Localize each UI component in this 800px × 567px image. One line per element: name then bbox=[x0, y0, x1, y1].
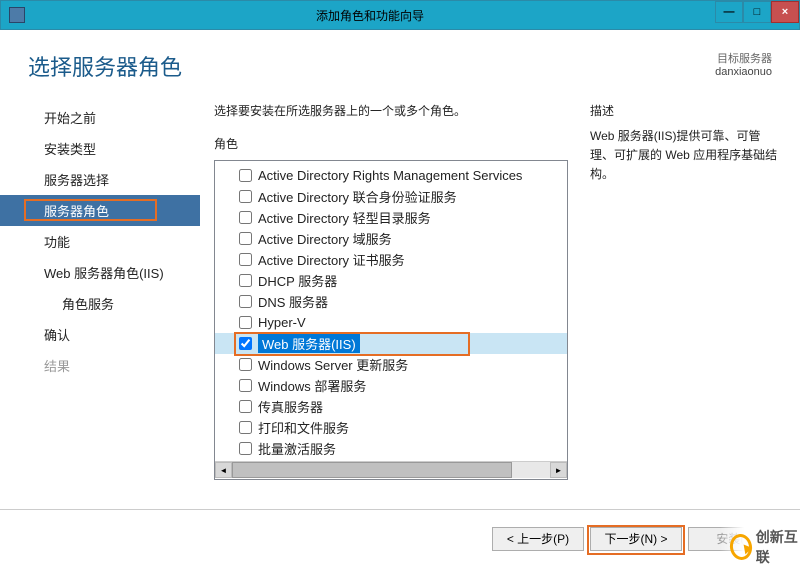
role-item-3[interactable]: Active Directory 域服务 bbox=[215, 228, 567, 249]
role-label-5: DHCP 服务器 bbox=[258, 271, 337, 290]
scroll-track[interactable] bbox=[232, 462, 550, 478]
role-checkbox-13[interactable] bbox=[239, 442, 252, 455]
target-value: danxiaonuo bbox=[715, 66, 772, 78]
role-checkbox-7[interactable] bbox=[239, 316, 252, 329]
role-label-8: Web 服务器(IIS) bbox=[258, 334, 360, 353]
role-item-11[interactable]: 传真服务器 bbox=[215, 396, 567, 417]
watermark: 创新互联 bbox=[720, 527, 800, 567]
horizontal-scrollbar[interactable]: ◄ ► bbox=[215, 461, 567, 478]
role-label-13: 批量激活服务 bbox=[258, 439, 336, 458]
maximize-button[interactable]: □ bbox=[743, 1, 771, 23]
role-item-9[interactable]: Windows Server 更新服务 bbox=[215, 354, 567, 375]
sidebar-item-6[interactable]: 角色服务 bbox=[0, 288, 200, 319]
scroll-right-button[interactable]: ► bbox=[550, 462, 567, 478]
role-item-4[interactable]: Active Directory 证书服务 bbox=[215, 249, 567, 270]
target-label: 目标服务器 bbox=[715, 50, 772, 66]
role-item-1[interactable]: Active Directory 联合身份验证服务 bbox=[215, 186, 567, 207]
role-checkbox-11[interactable] bbox=[239, 400, 252, 413]
role-item-10[interactable]: Windows 部署服务 bbox=[215, 375, 567, 396]
sidebar-item-7[interactable]: 确认 bbox=[0, 319, 200, 350]
description-label: 描述 bbox=[590, 102, 782, 119]
role-checkbox-2[interactable] bbox=[239, 211, 252, 224]
role-item-6[interactable]: DNS 服务器 bbox=[215, 291, 567, 312]
scroll-left-button[interactable]: ◄ bbox=[215, 462, 232, 478]
role-label-7: Hyper-V bbox=[258, 315, 306, 330]
previous-button[interactable]: < 上一步(P) bbox=[492, 527, 584, 551]
role-item-13[interactable]: 批量激活服务 bbox=[215, 438, 567, 459]
center-column: 选择要安装在所选服务器上的一个或多个角色。 角色 Active Director… bbox=[200, 92, 582, 509]
role-item-12[interactable]: 打印和文件服务 bbox=[215, 417, 567, 438]
minimize-button[interactable]: — bbox=[715, 1, 743, 23]
role-checkbox-4[interactable] bbox=[239, 253, 252, 266]
role-label-3: Active Directory 域服务 bbox=[258, 229, 392, 248]
role-label-2: Active Directory 轻型目录服务 bbox=[258, 208, 431, 227]
target-server-info: 目标服务器 danxiaonuo bbox=[715, 50, 772, 78]
watermark-icon bbox=[728, 532, 754, 561]
sidebar-item-8: 结果 bbox=[0, 350, 200, 381]
watermark-text: 创新互联 bbox=[756, 527, 800, 567]
sidebar-item-2[interactable]: 服务器选择 bbox=[0, 164, 200, 195]
role-label-0: Active Directory Rights Management Servi… bbox=[258, 168, 522, 183]
header-row: 选择服务器角色 目标服务器 danxiaonuo bbox=[0, 30, 800, 92]
role-label-11: 传真服务器 bbox=[258, 397, 323, 416]
next-button[interactable]: 下一步(N) > bbox=[590, 527, 682, 551]
main-area: 开始之前安装类型服务器选择服务器角色功能Web 服务器角色(IIS)角色服务确认… bbox=[0, 92, 800, 509]
role-checkbox-1[interactable] bbox=[239, 190, 252, 203]
sidebar-item-0[interactable]: 开始之前 bbox=[0, 102, 200, 133]
role-checkbox-3[interactable] bbox=[239, 232, 252, 245]
description-text: Web 服务器(IIS)提供可靠、可管理、可扩展的 Web 应用程序基础结构。 bbox=[590, 127, 782, 185]
role-label-12: 打印和文件服务 bbox=[258, 418, 349, 437]
sidebar-item-5[interactable]: Web 服务器角色(IIS) bbox=[0, 257, 200, 288]
wizard-sidebar: 开始之前安装类型服务器选择服务器角色功能Web 服务器角色(IIS)角色服务确认… bbox=[0, 92, 200, 509]
app-icon bbox=[9, 7, 25, 23]
sidebar-item-4[interactable]: 功能 bbox=[0, 226, 200, 257]
role-item-5[interactable]: DHCP 服务器 bbox=[215, 270, 567, 291]
window-controls: — □ × bbox=[715, 1, 799, 29]
description-column: 描述 Web 服务器(IIS)提供可靠、可管理、可扩展的 Web 应用程序基础结… bbox=[582, 92, 800, 509]
role-label-6: DNS 服务器 bbox=[258, 292, 328, 311]
role-item-7[interactable]: Hyper-V bbox=[215, 312, 567, 333]
titlebar[interactable]: 添加角色和功能向导 — □ × bbox=[0, 0, 800, 30]
wizard-footer: < 上一步(P) 下一步(N) > 安装(I) bbox=[0, 509, 800, 567]
role-label-1: Active Directory 联合身份验证服务 bbox=[258, 187, 457, 206]
role-checkbox-0[interactable] bbox=[239, 169, 252, 182]
role-checkbox-5[interactable] bbox=[239, 274, 252, 287]
page-heading: 选择服务器角色 bbox=[28, 50, 182, 82]
role-checkbox-10[interactable] bbox=[239, 379, 252, 392]
sidebar-item-3[interactable]: 服务器角色 bbox=[0, 195, 200, 226]
instruction-text: 选择要安装在所选服务器上的一个或多个角色。 bbox=[214, 102, 568, 119]
role-checkbox-8[interactable] bbox=[239, 337, 252, 350]
role-label-4: Active Directory 证书服务 bbox=[258, 250, 405, 269]
role-item-0[interactable]: Active Directory Rights Management Servi… bbox=[215, 165, 567, 186]
roles-listbox[interactable]: Active Directory Rights Management Servi… bbox=[214, 160, 568, 480]
role-label-10: Windows 部署服务 bbox=[258, 376, 366, 395]
sidebar-item-1[interactable]: 安装类型 bbox=[0, 133, 200, 164]
window-title: 添加角色和功能向导 bbox=[25, 7, 715, 24]
role-checkbox-9[interactable] bbox=[239, 358, 252, 371]
close-button[interactable]: × bbox=[771, 1, 799, 23]
role-item-2[interactable]: Active Directory 轻型目录服务 bbox=[215, 207, 567, 228]
roles-section-label: 角色 bbox=[214, 135, 568, 152]
scroll-thumb[interactable] bbox=[232, 462, 512, 478]
role-checkbox-12[interactable] bbox=[239, 421, 252, 434]
role-label-9: Windows Server 更新服务 bbox=[258, 355, 408, 374]
role-checkbox-6[interactable] bbox=[239, 295, 252, 308]
roles-list-scroll[interactable]: Active Directory Rights Management Servi… bbox=[215, 161, 567, 461]
wizard-content: 选择服务器角色 目标服务器 danxiaonuo 开始之前安装类型服务器选择服务… bbox=[0, 30, 800, 567]
role-item-8[interactable]: Web 服务器(IIS) bbox=[215, 333, 567, 354]
